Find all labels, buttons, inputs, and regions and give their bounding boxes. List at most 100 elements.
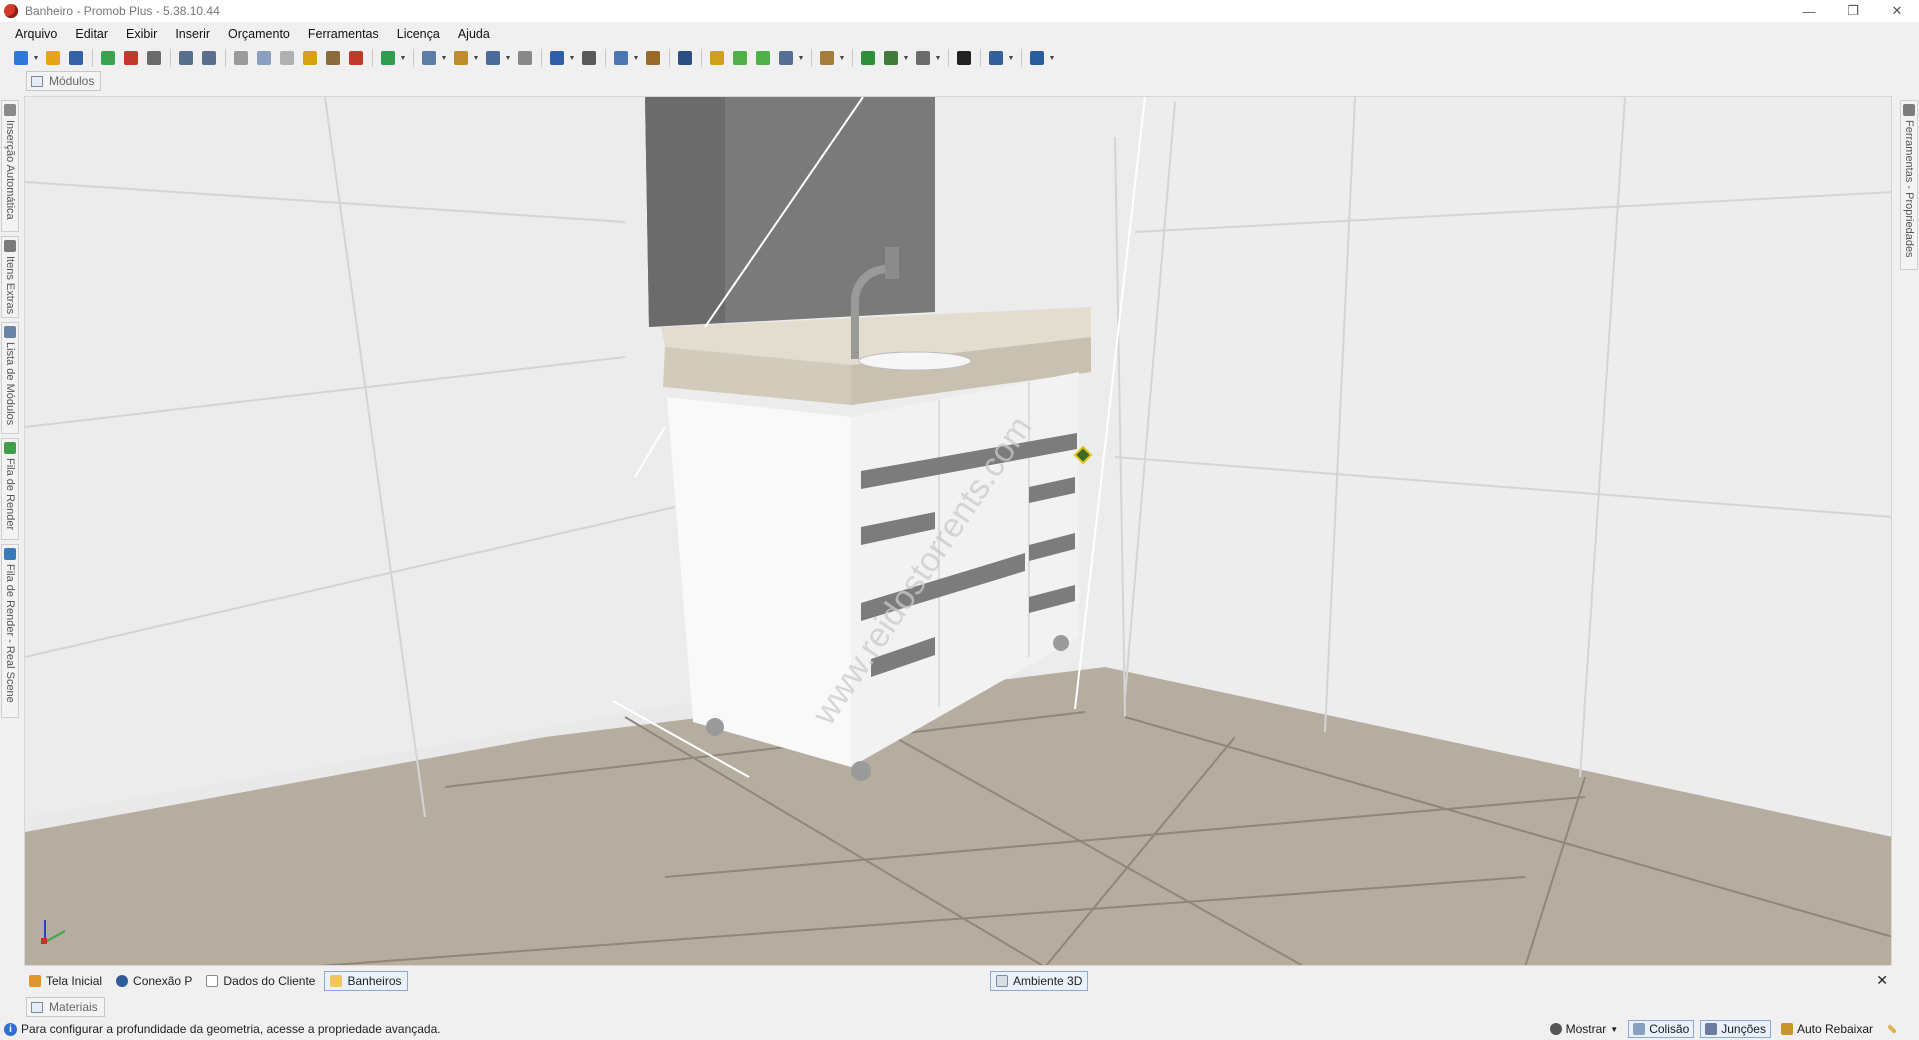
menu-editar[interactable]: Editar [66, 27, 117, 41]
grid-icon [518, 51, 532, 65]
chevron-down-icon[interactable]: ▼ [935, 47, 942, 69]
cube-view-icon [820, 51, 834, 65]
save-button[interactable] [65, 47, 87, 69]
print-button[interactable] [143, 47, 165, 69]
material-button[interactable] [610, 47, 632, 69]
layout-button[interactable] [985, 47, 1007, 69]
caster-wheel [706, 718, 724, 736]
delete-button[interactable] [345, 47, 367, 69]
undo-button[interactable] [175, 47, 197, 69]
panels-icon [1030, 51, 1044, 65]
auto-lower-toggle[interactable]: Auto Rebaixar [1777, 1020, 1877, 1038]
show-dropdown[interactable]: Mostrar ▼ [1546, 1020, 1623, 1038]
menu-arquivo[interactable]: Arquivo [0, 27, 66, 41]
tab-ambiente-3d[interactable]: Ambiente 3D [990, 971, 1089, 991]
rotate-icon [710, 51, 724, 65]
align-button[interactable] [450, 47, 472, 69]
render-settings-button[interactable] [120, 47, 142, 69]
group-button[interactable] [418, 47, 440, 69]
materials-panel-tab[interactable]: Materiais [26, 997, 105, 1017]
sidebar-tab-render-queue[interactable]: Fila de Render [1, 438, 19, 540]
snap-button[interactable] [857, 47, 879, 69]
main-toolbar: ▼ ▼ ▼ ▼ ▼ ▼ ▼ ▼ ▼ ▼ ▼ ▼ ▼ [10, 46, 1058, 70]
chevron-down-icon[interactable]: ▼ [1049, 47, 1056, 69]
paint-button[interactable] [299, 47, 321, 69]
sidebar-tab-label: Inserção Automática [4, 120, 16, 220]
tab-label: Dados do Cliente [223, 974, 316, 988]
junctions-label: Junções [1721, 1022, 1766, 1036]
chevron-down-icon[interactable]: ▼ [33, 47, 40, 69]
pan-arrows-button[interactable] [953, 47, 975, 69]
measure-button[interactable] [578, 47, 600, 69]
chevron-down-icon[interactable]: ▼ [473, 47, 480, 69]
cube-view-button[interactable] [816, 47, 838, 69]
open-folder-button[interactable] [42, 47, 64, 69]
tab-label: Ambiente 3D [1013, 974, 1083, 988]
tab-tela-inicial[interactable]: Tela Inicial [24, 971, 107, 991]
module-list-icon [4, 326, 16, 338]
sidebar-tab-auto-insert[interactable]: Inserção Automática [1, 100, 19, 232]
copy-button[interactable] [253, 47, 275, 69]
sidebar-tab-render-real-scene[interactable]: Fila de Render - Real Scene [1, 544, 19, 718]
new-file-button[interactable] [10, 47, 32, 69]
close-tab-button[interactable]: ✕ [1876, 972, 1888, 989]
junctions-toggle[interactable]: Junções [1700, 1020, 1771, 1038]
sidebar-tab-tools-properties[interactable]: Ferramentas - Propriedades [1900, 100, 1918, 270]
move-left-button[interactable] [729, 47, 751, 69]
rotate-button[interactable] [706, 47, 728, 69]
chevron-down-icon[interactable]: ▼ [1008, 47, 1015, 69]
menu-ferramentas[interactable]: Ferramentas [299, 27, 388, 41]
camera-move-button[interactable] [880, 47, 902, 69]
sidebar-tab-extra-items[interactable]: Itens Extras [1, 236, 19, 318]
move-right-button[interactable] [752, 47, 774, 69]
menu-exibir[interactable]: Exibir [117, 27, 166, 41]
format-painter-button[interactable] [322, 47, 344, 69]
camera-button[interactable] [912, 47, 934, 69]
budget-button[interactable] [377, 47, 399, 69]
minimize-button[interactable]: — [1787, 0, 1831, 22]
modules-tab-label: Módulos [49, 74, 95, 88]
chevron-down-icon[interactable]: ▼ [633, 47, 640, 69]
paint-icon [303, 51, 317, 65]
toolbar-separator [852, 49, 853, 67]
menu-orcamento[interactable]: Orçamento [219, 27, 299, 41]
eye-view-button[interactable] [674, 47, 696, 69]
collision-label: Colisão [1649, 1022, 1690, 1036]
menu-licenca[interactable]: Licença [388, 27, 449, 41]
delete-icon [349, 51, 363, 65]
cut-button[interactable] [230, 47, 252, 69]
module-button[interactable] [642, 47, 664, 69]
toolbar-separator [948, 49, 949, 67]
sink-basin [858, 351, 972, 371]
tab-label: Banheiros [347, 974, 402, 988]
menu-ajuda[interactable]: Ajuda [449, 27, 499, 41]
status-controls: Mostrar ▼ Colisão Junções Auto Rebaixar [1540, 1018, 1905, 1040]
chevron-down-icon[interactable]: ▼ [569, 47, 576, 69]
chevron-down-icon[interactable]: ▼ [441, 47, 448, 69]
sidebar-tab-module-list[interactable]: Lista de Módulos [1, 322, 19, 434]
chevron-down-icon[interactable]: ▼ [400, 47, 407, 69]
grid-button[interactable] [514, 47, 536, 69]
chevron-down-icon[interactable]: ▼ [505, 47, 512, 69]
menu-inserir[interactable]: Inserir [166, 27, 219, 41]
chevron-down-icon[interactable]: ▼ [903, 47, 910, 69]
redo-button[interactable] [198, 47, 220, 69]
paste-button[interactable] [276, 47, 298, 69]
tab-dados-cliente[interactable]: Dados do Cliente [201, 971, 320, 991]
tab-banheiros[interactable]: Banheiros [324, 971, 408, 991]
render-button[interactable] [97, 47, 119, 69]
restore-button[interactable]: ❐ [1831, 0, 1875, 22]
modules-panel-tab[interactable]: Módulos [26, 71, 102, 91]
panels-button[interactable] [1026, 47, 1048, 69]
viewport-3d[interactable]: www.reidostorrents.com [24, 96, 1892, 966]
wrench-button[interactable] [1883, 1020, 1905, 1038]
tab-conexao[interactable]: Conexão P [111, 971, 197, 991]
collision-toggle[interactable]: Colisão [1628, 1020, 1695, 1038]
chevron-down-icon[interactable]: ▼ [839, 47, 846, 69]
view-box-icon [779, 51, 793, 65]
select-pointer-button[interactable] [546, 47, 568, 69]
chevron-down-icon[interactable]: ▼ [798, 47, 805, 69]
view-box-button[interactable] [775, 47, 797, 69]
close-button[interactable]: ✕ [1875, 0, 1919, 22]
shape-button[interactable] [482, 47, 504, 69]
